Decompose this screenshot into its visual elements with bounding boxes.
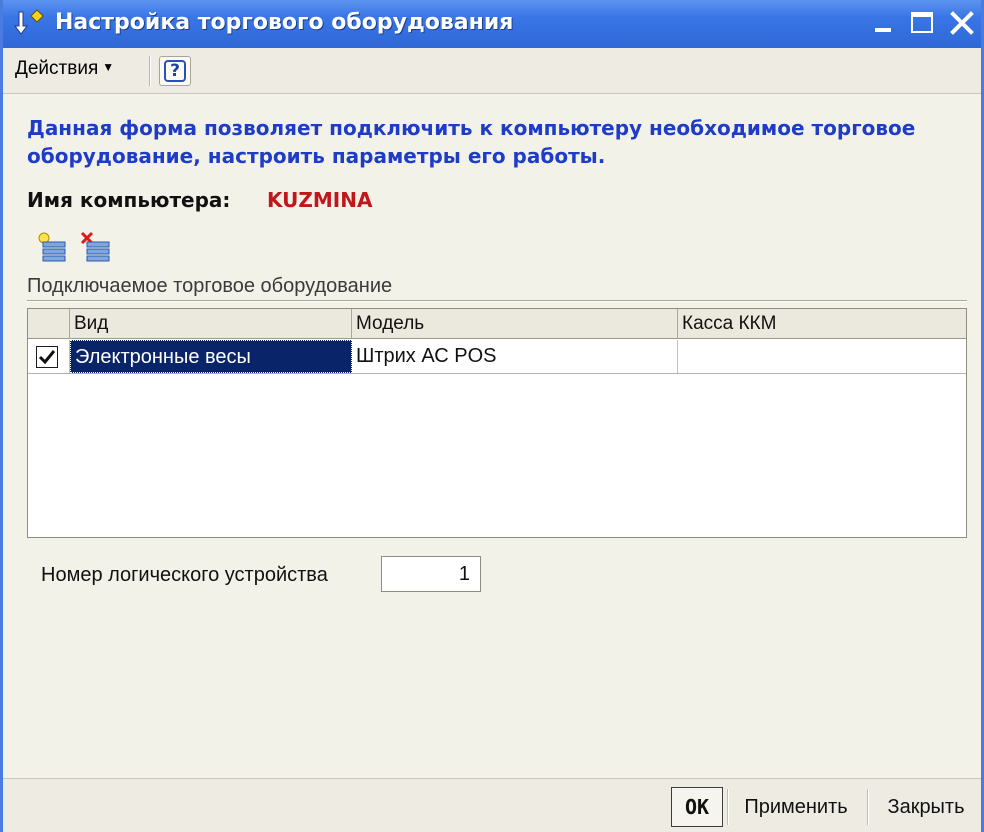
- logical-device-input[interactable]: [381, 556, 481, 592]
- logical-device-label: Номер логического устройства: [41, 564, 328, 586]
- column-header-vid[interactable]: Вид: [70, 309, 352, 339]
- title-bar[interactable]: Настройка торгового оборудования: [3, 0, 981, 48]
- column-header-model[interactable]: Модель: [352, 309, 678, 339]
- equipment-table[interactable]: Вид Модель Касса ККМ Электронные весы Шт…: [27, 308, 967, 538]
- window-title: Настройка торгового оборудования: [55, 10, 514, 35]
- maximize-icon[interactable]: [909, 10, 935, 36]
- chevron-down-icon: ▼: [102, 60, 115, 74]
- footer-separator: [867, 789, 869, 825]
- checkmark-icon: [38, 350, 56, 365]
- column-header-kassa[interactable]: Касса ККМ: [678, 309, 966, 339]
- delete-equipment-icon[interactable]: [79, 230, 113, 264]
- table-header: Вид Модель Касса ККМ: [28, 309, 966, 339]
- add-equipment-icon[interactable]: [35, 230, 69, 264]
- help-icon: ?: [164, 60, 186, 82]
- toolbar: Действия ▼ ?: [3, 48, 981, 94]
- cell-kassa[interactable]: [678, 340, 966, 373]
- actions-menu[interactable]: Действия ▼: [15, 58, 114, 84]
- footer-separator: [727, 789, 729, 825]
- minimize-icon[interactable]: [871, 10, 897, 36]
- enabled-checkbox[interactable]: [36, 346, 58, 368]
- computer-name-value: KUZMINA: [267, 188, 373, 212]
- computer-name-label: Имя компьютера:: [27, 188, 231, 212]
- ok-button[interactable]: OK: [671, 787, 723, 827]
- table-row[interactable]: Электронные весы Штрих АС POS: [28, 340, 966, 374]
- actions-menu-label: Действия: [15, 58, 99, 79]
- footer-bar: OK Применить Закрыть: [3, 778, 981, 832]
- equipment-group-caption: Подключаемое торговое оборудование: [27, 275, 393, 297]
- column-header-check[interactable]: [28, 309, 70, 339]
- toolbar-separator: [149, 56, 151, 86]
- equipment-settings-window: Настройка торгового оборудования Действи…: [0, 0, 984, 832]
- info-description: Данная форма позволяет подключить к комп…: [27, 116, 916, 168]
- group-divider: [27, 300, 967, 302]
- cell-model[interactable]: Штрих АС POS: [352, 340, 678, 373]
- close-button[interactable]: Закрыть: [871, 787, 981, 827]
- row-check-cell[interactable]: [28, 340, 70, 373]
- help-button[interactable]: ?: [159, 56, 191, 86]
- cell-vid[interactable]: Электронные весы: [70, 340, 352, 373]
- close-icon[interactable]: [949, 10, 975, 36]
- apply-button[interactable]: Применить: [731, 787, 861, 827]
- app-form-icon: [14, 9, 44, 35]
